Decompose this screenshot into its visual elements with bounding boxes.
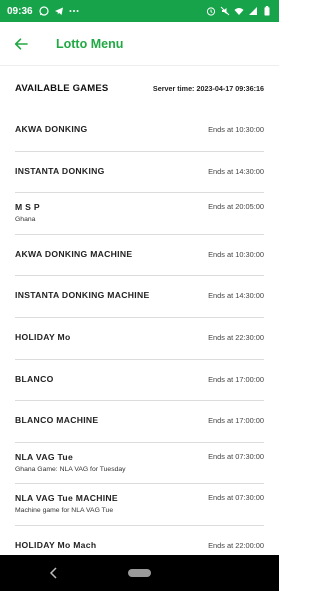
game-item[interactable]: HOLIDAY Mo Ends at 22:30:00 bbox=[15, 318, 264, 360]
game-ends: Ends at 14:30:00 bbox=[208, 291, 264, 301]
battery-icon bbox=[264, 6, 270, 16]
game-name: NLA VAG Tue MACHINE bbox=[15, 493, 118, 504]
telegram-icon bbox=[54, 7, 63, 15]
games-list-container[interactable]: AVAILABLE GAMES Server time: 2023-04-17 … bbox=[0, 66, 279, 555]
game-description: Machine game for NLA VAG Tue bbox=[15, 507, 114, 515]
wifi-icon bbox=[234, 8, 244, 15]
game-item[interactable]: BLANCO Ends at 17:00:00 bbox=[15, 360, 264, 402]
mute-icon bbox=[220, 6, 230, 16]
back-button[interactable] bbox=[0, 22, 42, 66]
game-item[interactable]: NLA VAG Tue Ends at 07:30:00 Ghana Game:… bbox=[15, 443, 264, 485]
game-ends: Ends at 14:30:00 bbox=[208, 166, 264, 176]
game-name: INSTANTA DONKING bbox=[15, 165, 105, 176]
game-ends: Ends at 17:00:00 bbox=[208, 374, 264, 384]
game-name: INSTANTA DONKING MACHINE bbox=[15, 290, 150, 301]
game-item[interactable]: AKWA DONKING MACHINE Ends at 10:30:00 bbox=[15, 235, 264, 277]
game-name: HOLIDAY Mo bbox=[15, 331, 71, 342]
game-item[interactable]: M S P Ends at 20:05:00 Ghana bbox=[15, 193, 264, 235]
game-name: HOLIDAY Mo Mach bbox=[15, 539, 97, 550]
status-bar: 09:36 bbox=[0, 0, 279, 22]
game-item[interactable]: INSTANTA DONKING Ends at 14:30:00 bbox=[15, 152, 264, 194]
alarm-icon bbox=[206, 7, 216, 16]
game-ends: Ends at 07:30:00 bbox=[208, 451, 264, 461]
status-time: 09:36 bbox=[7, 5, 33, 17]
signal-icon bbox=[249, 7, 257, 15]
game-description: Ghana Game: NLA VAG for Tuesday bbox=[15, 465, 126, 473]
more-dots-icon bbox=[69, 10, 79, 12]
game-ends: Ends at 17:00:00 bbox=[208, 416, 264, 426]
game-name: NLA VAG Tue bbox=[15, 451, 74, 462]
arrow-left-icon bbox=[14, 37, 28, 50]
game-name: M S P bbox=[15, 202, 40, 213]
system-nav-bar bbox=[0, 555, 279, 591]
game-name: BLANCO MACHINE bbox=[15, 415, 99, 426]
whatsapp-icon bbox=[38, 6, 49, 16]
game-description: Ghana bbox=[15, 216, 36, 224]
game-item[interactable]: BLANCO MACHINE Ends at 17:00:00 bbox=[15, 401, 264, 443]
game-item[interactable]: INSTANTA DONKING MACHINE Ends at 14:30:0… bbox=[15, 276, 264, 318]
game-item[interactable]: AKWA DONKING Ends at 10:30:00 bbox=[15, 110, 264, 152]
game-item[interactable]: NLA VAG Tue MACHINE Ends at 07:30:00 Mac… bbox=[15, 484, 264, 526]
app-bar: Lotto Menu bbox=[0, 22, 279, 66]
game-ends: Ends at 07:30:00 bbox=[208, 493, 264, 503]
page-title: Lotto Menu bbox=[56, 36, 124, 51]
game-name: BLANCO bbox=[15, 373, 54, 384]
game-item[interactable]: HOLIDAY Mo Mach Ends at 22:00:00 bbox=[15, 526, 264, 555]
games-header: AVAILABLE GAMES Server time: 2023-04-17 … bbox=[0, 66, 279, 110]
server-time: Server time: 2023-04-17 09:36:16 bbox=[152, 83, 264, 93]
game-ends: Ends at 20:05:00 bbox=[208, 202, 264, 212]
game-ends: Ends at 10:30:00 bbox=[208, 125, 264, 134]
game-ends: Ends at 22:30:00 bbox=[208, 332, 264, 342]
game-ends: Ends at 10:30:00 bbox=[208, 249, 264, 259]
nav-back-icon[interactable] bbox=[48, 566, 60, 580]
games-title: AVAILABLE GAMES bbox=[15, 82, 109, 94]
home-pill[interactable] bbox=[128, 569, 151, 577]
game-name: AKWA DONKING bbox=[15, 124, 88, 134]
game-name: AKWA DONKING MACHINE bbox=[15, 248, 133, 259]
game-ends: Ends at 22:00:00 bbox=[208, 540, 264, 550]
